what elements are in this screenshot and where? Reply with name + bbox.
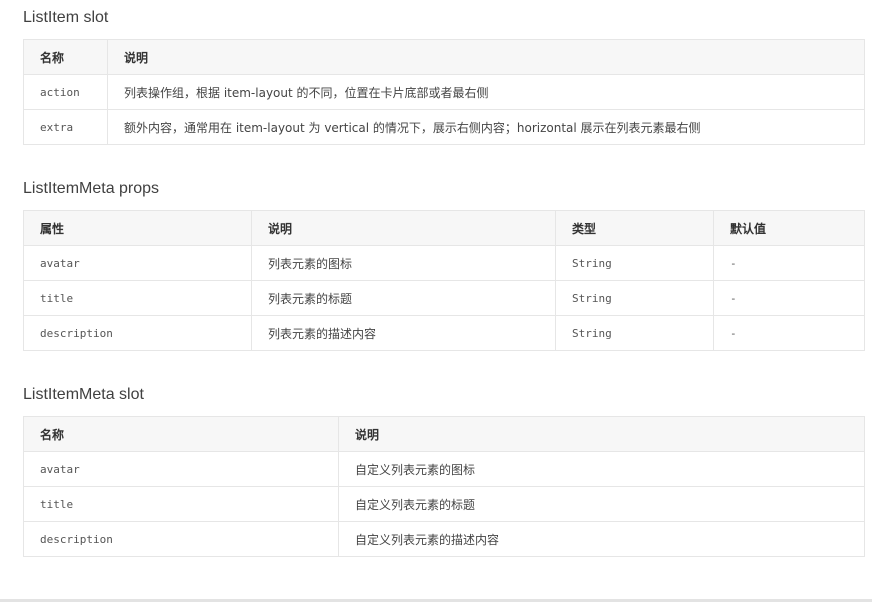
column-header-description: 说明	[251, 210, 556, 246]
prop-name-cell: avatar	[23, 245, 252, 281]
table-header-row: 名称 说明	[23, 39, 865, 75]
table-row: description 列表元素的描述内容 String -	[23, 315, 865, 351]
column-header-property: 属性	[23, 210, 252, 246]
column-header-default: 默认值	[713, 210, 865, 246]
section-title-listitem-slot: ListItem slot	[23, 9, 109, 26]
slot-description-cell: 列表操作组，根据 item-layout 的不同，位置在卡片底部或者最右侧	[107, 74, 865, 110]
section-title-listitemmeta-slot: ListItemMeta slot	[23, 386, 144, 403]
table-header-row: 属性 说明 类型 默认值	[23, 210, 865, 246]
slot-description-cell: 自定义列表元素的图标	[338, 451, 865, 487]
slot-name-cell: action	[23, 74, 108, 110]
prop-default-cell: -	[713, 280, 865, 316]
prop-default-cell: -	[713, 315, 865, 351]
prop-name-cell: description	[23, 315, 252, 351]
section-title-listitemmeta-props: ListItemMeta props	[23, 180, 160, 197]
prop-default-cell: -	[713, 245, 865, 281]
prop-description-cell: 列表元素的图标	[251, 245, 556, 281]
slot-description-cell: 自定义列表元素的描述内容	[338, 521, 865, 557]
page-divider	[0, 599, 872, 602]
column-header-description: 说明	[338, 416, 865, 452]
prop-type-cell: String	[555, 245, 714, 281]
prop-description-cell: 列表元素的描述内容	[251, 315, 556, 351]
listitemmeta-slot-table: 名称 说明 avatar 自定义列表元素的图标 title 自定义列表元素的标题…	[23, 416, 865, 557]
table-row: extra 额外内容，通常用在 item-layout 为 vertical 的…	[23, 109, 865, 145]
prop-description-cell: 列表元素的标题	[251, 280, 556, 316]
prop-type-cell: String	[555, 315, 714, 351]
listitem-slot-table: 名称 说明 action 列表操作组，根据 item-layout 的不同，位置…	[23, 39, 865, 145]
table-row: avatar 列表元素的图标 String -	[23, 245, 865, 281]
slot-name-cell: avatar	[23, 451, 339, 487]
slot-description-cell: 额外内容，通常用在 item-layout 为 vertical 的情况下，展示…	[107, 109, 865, 145]
prop-type-cell: String	[555, 280, 714, 316]
slot-description-cell: 自定义列表元素的标题	[338, 486, 865, 522]
slot-name-cell: extra	[23, 109, 108, 145]
slot-name-cell: description	[23, 521, 339, 557]
table-row: description 自定义列表元素的描述内容	[23, 521, 865, 557]
table-row: title 列表元素的标题 String -	[23, 280, 865, 316]
column-header-name: 名称	[23, 416, 339, 452]
table-row: action 列表操作组，根据 item-layout 的不同，位置在卡片底部或…	[23, 74, 865, 110]
prop-name-cell: title	[23, 280, 252, 316]
listitemmeta-props-table: 属性 说明 类型 默认值 avatar 列表元素的图标 String - tit…	[23, 210, 865, 351]
column-header-type: 类型	[555, 210, 714, 246]
table-row: avatar 自定义列表元素的图标	[23, 451, 865, 487]
slot-name-cell: title	[23, 486, 339, 522]
table-header-row: 名称 说明	[23, 416, 865, 452]
table-row: title 自定义列表元素的标题	[23, 486, 865, 522]
column-header-description: 说明	[107, 39, 865, 75]
column-header-name: 名称	[23, 39, 108, 75]
